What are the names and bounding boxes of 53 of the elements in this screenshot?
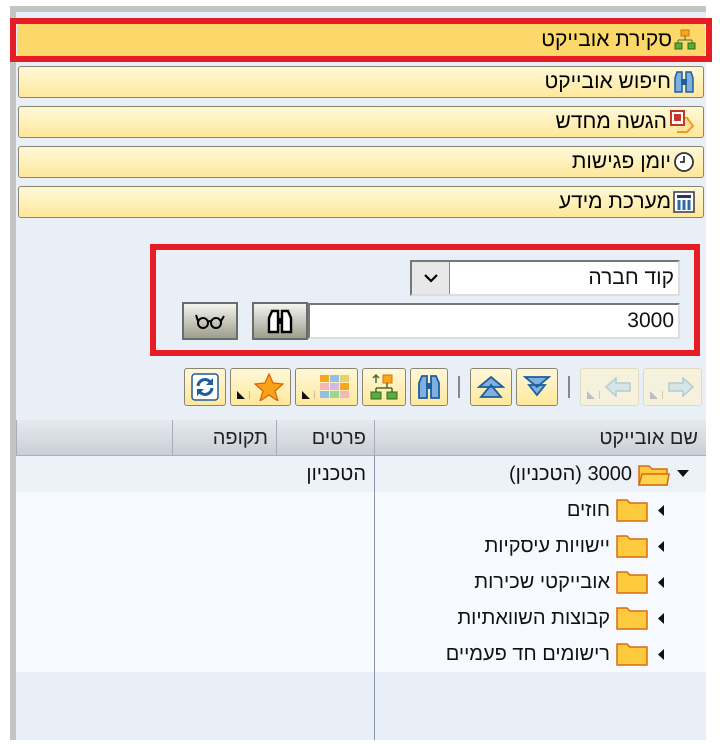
- column-header: פרטים: [276, 420, 374, 455]
- glasses-button[interactable]: [182, 302, 238, 340]
- nav-button[interactable]: מערכת מידע: [18, 186, 704, 218]
- collapse-button[interactable]: [516, 368, 558, 406]
- nav-button[interactable]: חיפוש אובייקט: [18, 66, 704, 98]
- binoculars-icon: [266, 308, 294, 334]
- dropdown-marker-icon: [237, 391, 250, 399]
- arrow-left-icon: [604, 377, 632, 397]
- tree-item[interactable]: קבוצות השוואתיות: [457, 603, 610, 633]
- document-arrow-icon: [669, 110, 695, 134]
- folder-icon: [616, 642, 648, 666]
- expand-button[interactable]: [470, 368, 512, 406]
- table-cell-text: הטכניון: [306, 462, 366, 487]
- binoculars-icon: [673, 70, 695, 94]
- nav-button[interactable]: הגשה מחדש: [18, 106, 704, 138]
- column-header: שם אובייקט: [374, 420, 706, 455]
- binoculars-icon: [417, 374, 441, 400]
- tree-item[interactable]: חוזים: [566, 495, 610, 525]
- hierarchy-icon: [369, 373, 399, 401]
- refresh-icon: [191, 373, 219, 401]
- folder-icon: [616, 498, 648, 522]
- glasses-icon: [194, 312, 226, 330]
- refresh-button[interactable]: [184, 368, 226, 406]
- tree-item[interactable]: רישומים חד פעמיים: [446, 639, 610, 669]
- double-chevron-down-icon: [523, 375, 551, 399]
- dropdown-marker-icon: [302, 391, 315, 399]
- table-icon: [673, 191, 695, 213]
- double-chevron-up-icon: [477, 375, 505, 399]
- binoculars-button[interactable]: [252, 302, 308, 340]
- value-field[interactable]: 3000: [308, 303, 680, 339]
- caret-down-icon[interactable]: [676, 470, 690, 478]
- hierarchy-button[interactable]: [362, 368, 406, 406]
- tree-item[interactable]: יישויות עיסקיות: [484, 531, 610, 561]
- chevron-down-icon[interactable]: [412, 262, 450, 294]
- folder-icon: [616, 606, 648, 630]
- dropdown-marker-icon: [650, 391, 663, 399]
- dropdown-marker-icon: [587, 391, 600, 399]
- tree-item[interactable]: 3000 (הטכניון): [509, 459, 632, 489]
- star-icon: [254, 373, 284, 401]
- favorites-button[interactable]: [230, 368, 291, 406]
- field-selector[interactable]: קוד חברה: [410, 260, 680, 296]
- column-header: תקופה: [172, 420, 276, 455]
- layout-button[interactable]: [295, 368, 358, 406]
- arrow-right-icon: [667, 377, 695, 397]
- find-button[interactable]: [410, 368, 448, 406]
- nav-button[interactable]: סקירת אובייקט: [17, 24, 705, 56]
- grid-icon: [319, 374, 351, 400]
- tree-item[interactable]: אובייקטי שכירות: [474, 567, 610, 597]
- folder-icon: [616, 570, 648, 594]
- folder-icon: [616, 534, 648, 558]
- clock-icon: [673, 151, 695, 173]
- hierarchy-icon: [674, 29, 696, 51]
- nav-button[interactable]: יומן פגישות: [18, 146, 704, 178]
